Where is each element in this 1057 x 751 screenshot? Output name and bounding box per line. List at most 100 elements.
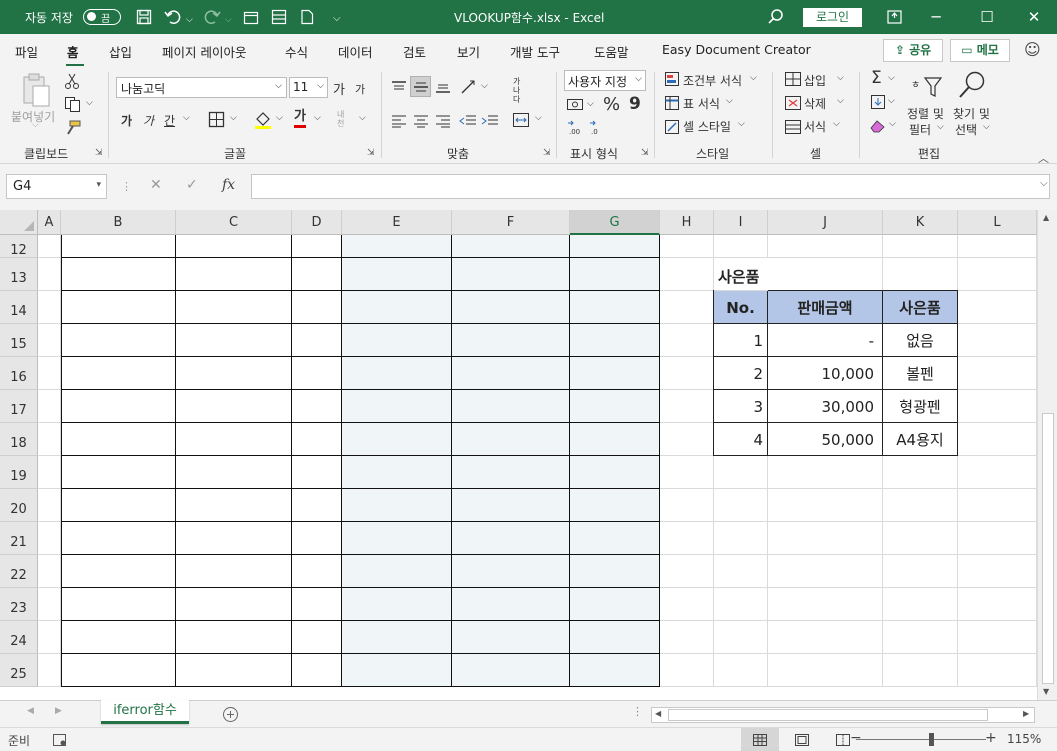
find-select-label-2[interactable]: 선택 [955,121,977,138]
gift-table-title[interactable]: 사은품 [714,258,768,291]
gift-table-cell[interactable]: 형광펜 [882,389,958,423]
cell-a22[interactable] [38,555,61,588]
chevron-down-icon[interactable]: ⌵ [833,119,840,129]
cell-h12[interactable] [660,235,714,258]
align-middle-icon[interactable] [413,80,429,94]
cell-j21[interactable] [768,522,883,555]
underline-button[interactable]: 간 [164,112,175,129]
row-header-15[interactable]: 15 [0,324,38,357]
column-header-g[interactable]: G [570,210,660,235]
cell-d19[interactable] [292,456,342,489]
increase-indent-icon[interactable] [481,114,499,128]
scroll-down-icon[interactable]: ▼ [1043,687,1049,696]
cell-g20[interactable] [570,489,660,522]
vertical-scrollbar[interactable]: ▲ ▼ [1037,210,1057,700]
cell-a23[interactable] [38,588,61,621]
cell-a17[interactable] [38,390,61,423]
cell-f24[interactable] [452,621,570,654]
row-header-13[interactable]: 13 [0,258,38,291]
scroll-left-icon[interactable]: ◀ [655,709,661,718]
horizontal-scrollbar[interactable]: ◀ ▶ [651,707,1035,723]
cell-a12[interactable] [38,235,61,258]
paste-icon[interactable] [20,72,52,108]
cell-a15[interactable] [38,324,61,357]
tab-page-layout[interactable]: 페이지 레이아웃 [162,42,246,61]
merge-dropdown-icon[interactable]: ⌵ [535,113,542,123]
column-header-b[interactable]: B [61,210,176,235]
cell-f23[interactable] [452,588,570,621]
cell-i23[interactable] [714,588,768,621]
normal-view-icon[interactable] [752,733,768,747]
cell-a25[interactable] [38,654,61,687]
cell-l18[interactable] [958,423,1037,456]
cell-c25[interactable] [176,654,292,687]
cell-c22[interactable] [176,555,292,588]
cell-i21[interactable] [714,522,768,555]
column-header-l[interactable]: L [958,210,1037,235]
cell-h25[interactable] [660,654,714,687]
cell-j22[interactable] [768,555,883,588]
cell-g25[interactable] [570,654,660,687]
cell-e13[interactable] [342,258,452,291]
cell-b16[interactable] [61,357,176,390]
undo-icon[interactable] [164,8,182,26]
cell-b22[interactable] [61,555,176,588]
insert-cells-button[interactable]: 삽입 [804,72,826,89]
underline-dropdown-icon[interactable]: ⌵ [183,113,190,123]
decrease-decimal-icon[interactable]: .0 [588,118,608,136]
share-button[interactable]: ⇪ 공유 [883,39,943,62]
chevron-down-icon[interactable]: ⌵ [837,73,844,83]
cell-e23[interactable] [342,588,452,621]
alignment-launcher-icon[interactable]: ⇲ [543,148,551,158]
format-cells-button[interactable]: 서식 [804,118,826,135]
redo-icon[interactable] [203,8,221,26]
fill-color-icon[interactable] [253,110,273,130]
cell-e14[interactable] [342,291,452,324]
cell-f13[interactable] [452,258,570,291]
borders-icon[interactable] [208,111,225,128]
chevron-down-icon[interactable]: ⌵ [888,73,895,83]
cell-e16[interactable] [342,357,452,390]
phonetic-button[interactable]: 내천 [337,110,351,128]
maximize-icon[interactable]: ☐ [964,4,1010,30]
column-header-k[interactable]: K [883,210,958,235]
cell-l20[interactable] [958,489,1037,522]
cell-l13[interactable] [958,258,1037,291]
autosave-toggle[interactable]: 끔 [83,9,121,25]
chevron-down-icon[interactable]: ⌵ [726,96,733,106]
format-table-button[interactable]: 표 서식 [683,95,720,112]
cell-f17[interactable] [452,390,570,423]
column-header-e[interactable]: E [342,210,452,235]
enter-icon[interactable]: ✓ [186,177,198,193]
cell-k20[interactable] [883,489,958,522]
gift-table-cell[interactable]: 2 [713,356,768,390]
zoom-out-icon[interactable]: − [850,730,862,746]
chevron-down-icon[interactable]: ⌵ [889,119,896,129]
cell-b12[interactable] [61,235,176,258]
cell-b15[interactable] [61,324,176,357]
cell-a16[interactable] [38,357,61,390]
cell-d23[interactable] [292,588,342,621]
name-box[interactable]: G4 ▾ [6,174,107,199]
gift-table-cell[interactable]: 볼펜 [882,356,958,390]
cell-d25[interactable] [292,654,342,687]
cell-h18[interactable] [660,423,714,456]
fill-icon[interactable] [870,94,886,110]
cell-e19[interactable] [342,456,452,489]
cell-c19[interactable] [176,456,292,489]
cell-f25[interactable] [452,654,570,687]
cell-e21[interactable] [342,522,452,555]
cell-k12[interactable] [883,235,958,258]
cell-f16[interactable] [452,357,570,390]
cell-i22[interactable] [714,555,768,588]
cell-l17[interactable] [958,390,1037,423]
cell-j23[interactable] [768,588,883,621]
tab-view[interactable]: 보기 [457,42,480,61]
cell-e25[interactable] [342,654,452,687]
gift-table-cell[interactable]: - [767,323,883,357]
cell-k22[interactable] [883,555,958,588]
next-sheet-icon[interactable]: ▶ [55,706,62,716]
tab-developer[interactable]: 개발 도구 [510,42,560,61]
column-header-c[interactable]: C [176,210,292,235]
sort-filter-label-1[interactable]: 정렬 및 [907,105,944,122]
